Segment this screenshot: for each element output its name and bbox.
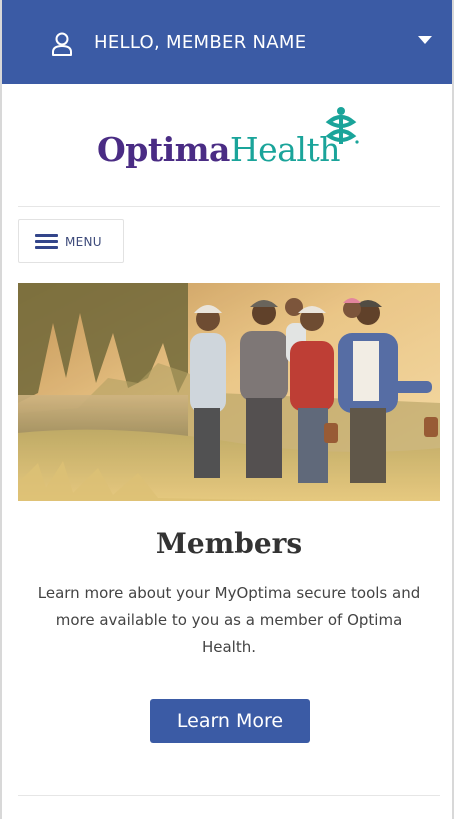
section-divider <box>18 795 440 796</box>
members-hero-image <box>18 283 440 501</box>
account-bar[interactable]: HELLO, MEMBER NAME <box>2 0 452 84</box>
learn-more-button[interactable]: Learn More <box>150 699 310 743</box>
members-description: Learn more about your MyOptima secure to… <box>37 584 421 656</box>
header-divider <box>18 206 440 207</box>
page-frame: HELLO, MEMBER NAME OptimaHealth MENU Mem… <box>0 0 454 819</box>
logo-mark-icon <box>325 107 359 144</box>
caret-down-icon[interactable] <box>418 36 432 44</box>
logo-text-optima: Optima <box>97 130 230 169</box>
logo-wordmark: OptimaHealth <box>97 130 340 170</box>
optima-health-logo[interactable]: OptimaHealth <box>2 100 452 180</box>
members-title: Members <box>155 527 303 560</box>
hamburger-icon <box>35 234 58 250</box>
member-greeting[interactable]: HELLO, MEMBER NAME <box>94 30 306 56</box>
user-icon <box>52 32 72 56</box>
menu-button[interactable]: MENU <box>18 219 124 263</box>
menu-label: MENU <box>65 235 102 249</box>
